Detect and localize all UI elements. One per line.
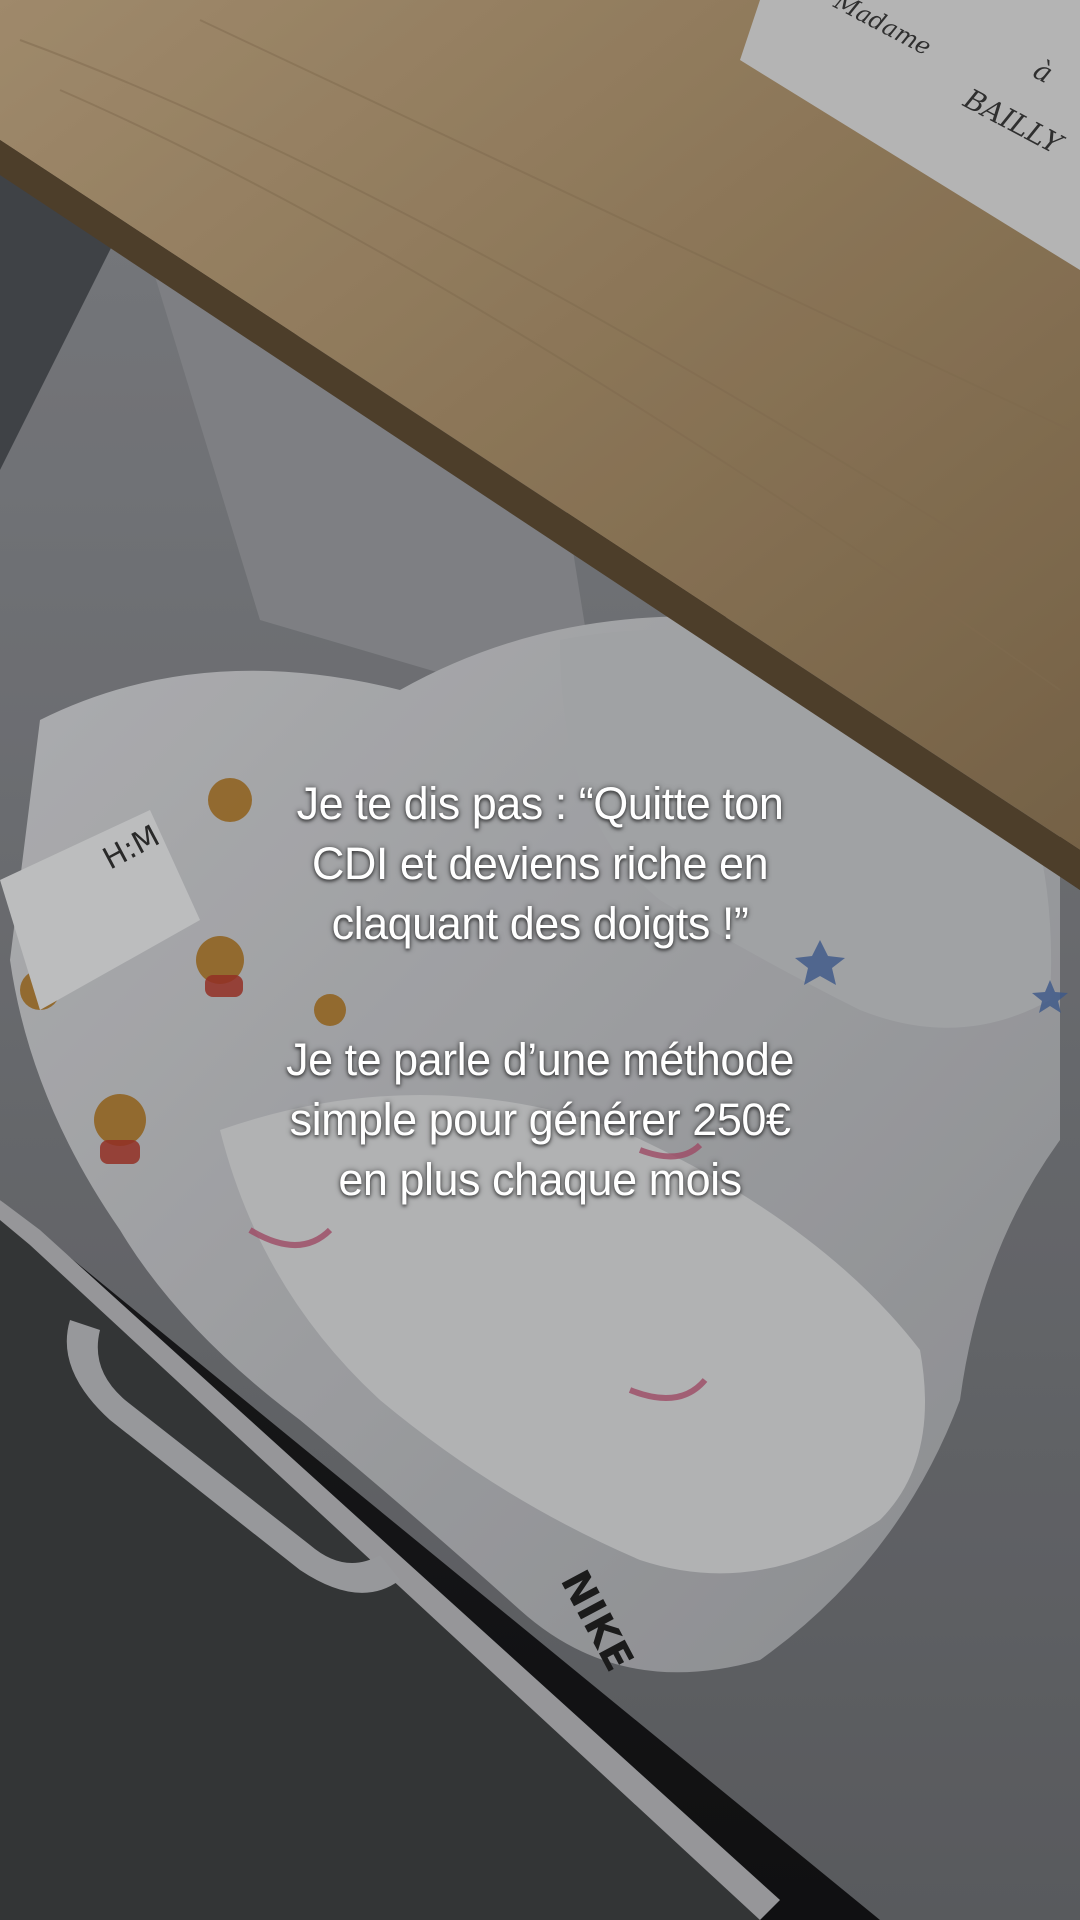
caption-line: Je te parle d’une méthode (286, 1034, 794, 1085)
video-frame: H:M NIKE Madame à BAILLY Je te dis pas :… (0, 0, 1080, 1920)
caption-line: CDI et deviens riche en (311, 838, 769, 889)
caption-line: en plus chaque mois (338, 1154, 742, 1205)
caption-paragraph-2: Je te parle d’une méthode simple pour gé… (140, 1030, 940, 1210)
caption-paragraph-1: Je te dis pas : “Quitte ton CDI et devie… (140, 774, 940, 954)
caption-line: simple pour générer 250€ (289, 1094, 791, 1145)
darken-overlay (0, 0, 1080, 1920)
caption-line: claquant des doigts !” (331, 898, 749, 949)
caption-line: Je te dis pas : “Quitte ton (296, 778, 784, 829)
